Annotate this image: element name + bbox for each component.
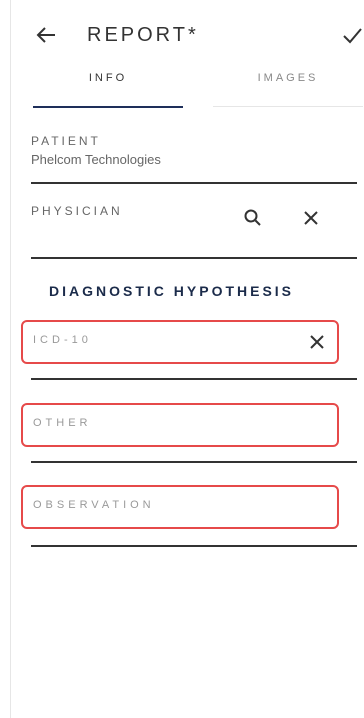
arrow-left-icon[interactable] — [35, 24, 57, 46]
physician-underline — [31, 257, 357, 259]
observation-underline — [31, 545, 357, 547]
page-title: REPORT* — [87, 24, 199, 46]
other-underline — [31, 461, 357, 463]
tab-images-label: IMAGES — [257, 72, 319, 84]
check-icon[interactable] — [341, 24, 363, 46]
search-icon[interactable] — [243, 208, 263, 228]
tab-info-label: INFO — [88, 72, 128, 84]
icd10-underline — [31, 378, 357, 380]
app-screen: REPORT* INFO IMAGES PATIENT Phelcom Tech… — [10, 0, 364, 718]
patient-value[interactable]: Phelcom Technologies — [31, 152, 161, 167]
other-field[interactable]: OTHER — [21, 403, 339, 447]
close-icon[interactable] — [303, 210, 319, 226]
close-icon[interactable] — [309, 334, 325, 350]
patient-underline — [31, 182, 357, 184]
patient-label: PATIENT — [31, 134, 101, 148]
observation-placeholder: OBSERVATION — [33, 499, 155, 511]
app-bar: REPORT* — [11, 0, 364, 72]
observation-field[interactable]: OBSERVATION — [21, 485, 339, 529]
tab-images[interactable]: IMAGES — [213, 72, 363, 107]
section-heading: DIAGNOSTIC HYPOTHESIS — [49, 283, 295, 299]
tab-info[interactable]: INFO — [33, 72, 183, 108]
icd10-field[interactable]: ICD-10 — [21, 320, 339, 364]
icd10-placeholder: ICD-10 — [33, 334, 92, 346]
other-placeholder: OTHER — [33, 417, 92, 429]
physician-label: PHYSICIAN — [31, 204, 123, 218]
tab-bar: INFO IMAGES — [11, 72, 364, 108]
